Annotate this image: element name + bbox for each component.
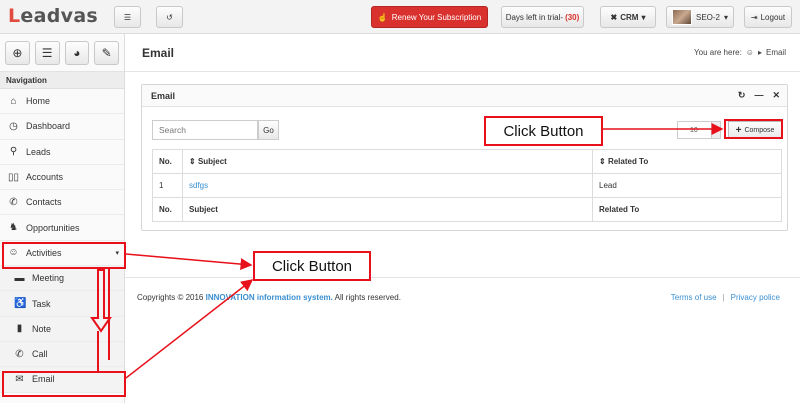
cell-related: Lead bbox=[592, 173, 782, 198]
cell-no: 1 bbox=[152, 173, 183, 198]
avatar bbox=[671, 9, 692, 25]
chevron-down-icon: ▾ bbox=[711, 122, 720, 138]
activities-icon: ☺ bbox=[745, 48, 754, 57]
sidebar-item-accounts[interactable]: ▯▯ Accounts bbox=[0, 165, 124, 191]
accounts-icon: ▯▯ bbox=[8, 171, 20, 183]
annotation-box-email bbox=[2, 371, 126, 397]
hamburger-icon: ☰ bbox=[123, 12, 132, 22]
renew-subscription-button[interactable]: ☝ Renew Your Subscription bbox=[371, 6, 488, 28]
copyright: Copyrights © 2016 INNOVATION information… bbox=[137, 293, 401, 302]
phone-icon: ✆ bbox=[9, 196, 18, 208]
sidebar-toolbar: ⊕ ☰ ◕ ✎ bbox=[0, 34, 124, 72]
dashboard-icon: ◷ bbox=[9, 120, 18, 132]
column-header-subject[interactable]: ⇕ Subject bbox=[182, 149, 593, 174]
refresh-icon[interactable]: ↻ bbox=[738, 90, 746, 101]
footer-links: Terms of use | Privacy police bbox=[671, 293, 780, 302]
trial-days-badge: Days left in trial- (30) bbox=[501, 6, 584, 28]
phone-icon: ✆ bbox=[15, 348, 24, 360]
panel-header: Email ↻ — ✕ bbox=[142, 85, 787, 107]
support-icon[interactable]: ⊕ bbox=[5, 41, 30, 65]
go-button[interactable]: Go bbox=[258, 120, 279, 140]
column-header-related[interactable]: ⇕ Related To bbox=[592, 149, 782, 174]
callout-compose: Click Button bbox=[484, 116, 603, 146]
search-input[interactable] bbox=[152, 120, 258, 140]
app-logo[interactable]: Leadvas bbox=[8, 5, 98, 27]
email-panel: Email ↻ — ✕ Go 10▾ +Compose No. ⇕ Subjec… bbox=[141, 84, 788, 231]
pie-chart-icon[interactable]: ◕ bbox=[64, 41, 90, 65]
column-header-no: No. bbox=[152, 149, 183, 174]
database-icon[interactable]: ☰ bbox=[34, 41, 60, 65]
logout-icon: ⇥ bbox=[750, 12, 758, 22]
minimize-icon[interactable]: — bbox=[754, 90, 763, 101]
hand-pointer-icon: ☝ bbox=[377, 12, 388, 22]
opportunities-icon: ♞ bbox=[9, 222, 18, 234]
terms-link[interactable]: Terms of use bbox=[671, 293, 717, 302]
table-header-row: No. ⇕ Subject ⇕ Related To bbox=[152, 149, 782, 174]
home-icon: ⌂ bbox=[10, 95, 17, 107]
column-footer-no: No. bbox=[152, 197, 183, 222]
table-row: 1 sdfgs Lead bbox=[152, 173, 782, 198]
leads-icon: ⚲ bbox=[9, 146, 18, 158]
close-icon[interactable]: ✕ bbox=[772, 90, 780, 101]
menu-toggle-button[interactable]: ☰ bbox=[114, 6, 141, 28]
chevron-down-icon: ▾ bbox=[641, 12, 646, 22]
sidebar-subitem-meeting[interactable]: ▬ Meeting bbox=[0, 266, 124, 292]
chevron-down-icon: ▾ bbox=[724, 12, 729, 22]
top-bar: Leadvas ☰ ↺ ☝ Renew Your Subscription Day… bbox=[0, 0, 800, 34]
sort-icon: ⇕ bbox=[189, 157, 198, 166]
sidebar-item-leads[interactable]: ⚲ Leads bbox=[0, 140, 124, 165]
sidebar-subitem-note[interactable]: ▮ Note bbox=[0, 316, 124, 342]
sidebar: ⊕ ☰ ◕ ✎ Navigation ⌂ Home ◷ Dashboard ⚲ Lea… bbox=[0, 34, 125, 403]
callout-activities: Click Button bbox=[253, 251, 371, 281]
panel-title: Email bbox=[151, 91, 176, 101]
panel-controls: ↻ — ✕ bbox=[738, 90, 780, 101]
sidebar-item-home[interactable]: ⌂ Home bbox=[0, 89, 124, 115]
chevron-right-icon: ▸ bbox=[757, 48, 762, 57]
company-link[interactable]: INNOVATION information system. bbox=[206, 293, 333, 302]
breadcrumb-current[interactable]: Email bbox=[766, 48, 786, 57]
privacy-link[interactable]: Privacy police bbox=[731, 293, 780, 302]
sidebar-item-opportunities[interactable]: ♞ Opportunities bbox=[0, 215, 124, 241]
divider: | bbox=[722, 293, 725, 302]
note-icon: ▮ bbox=[16, 323, 23, 335]
history-button[interactable]: ↺ bbox=[156, 6, 183, 28]
cell-subject: sdfgs bbox=[182, 173, 593, 198]
email-table: No. ⇕ Subject ⇕ Related To 1 sdfgs Lead … bbox=[152, 149, 782, 222]
sidebar-subitem-call[interactable]: ✆ Call bbox=[0, 341, 124, 368]
task-icon: ♿ bbox=[14, 298, 27, 310]
meeting-icon: ▬ bbox=[14, 272, 25, 284]
breadcrumb: You are here: ☺ ▸ Email bbox=[694, 48, 786, 57]
sidebar-item-dashboard[interactable]: ◷ Dashboard bbox=[0, 114, 124, 140]
subject-link[interactable]: sdfgs bbox=[189, 181, 208, 190]
per-page-select[interactable]: 10 ▾ bbox=[677, 121, 721, 139]
sidebar-subitem-task[interactable]: ♿ Task bbox=[0, 291, 124, 317]
sidebar-item-contacts[interactable]: ✆ Contacts bbox=[0, 190, 124, 216]
history-icon: ↺ bbox=[166, 12, 173, 22]
pencil-icon[interactable]: ✎ bbox=[94, 41, 119, 65]
sort-icon: ⇕ bbox=[599, 157, 608, 166]
main-content: Email You are here: ☺ ▸ Email Email ↻ — … bbox=[125, 34, 800, 403]
logout-button[interactable]: ⇥ Logout bbox=[744, 6, 792, 28]
page-header: Email You are here: ☺ ▸ Email bbox=[125, 34, 800, 72]
nav-title: Navigation bbox=[0, 72, 124, 89]
table-footer-row: No. Subject Related To bbox=[152, 197, 782, 222]
annotation-box-compose bbox=[724, 119, 783, 139]
footer: Copyrights © 2016 INNOVATION information… bbox=[125, 277, 800, 312]
column-footer-subject: Subject bbox=[182, 197, 593, 222]
column-footer-related: Related To bbox=[592, 197, 782, 222]
crm-icon: ✖ bbox=[610, 12, 618, 22]
user-menu[interactable]: SEO-2 ▾ bbox=[666, 6, 734, 28]
annotation-box-activities bbox=[2, 242, 126, 269]
crm-dropdown[interactable]: ✖ CRM ▾ bbox=[600, 6, 656, 28]
page-title: Email bbox=[142, 46, 175, 60]
